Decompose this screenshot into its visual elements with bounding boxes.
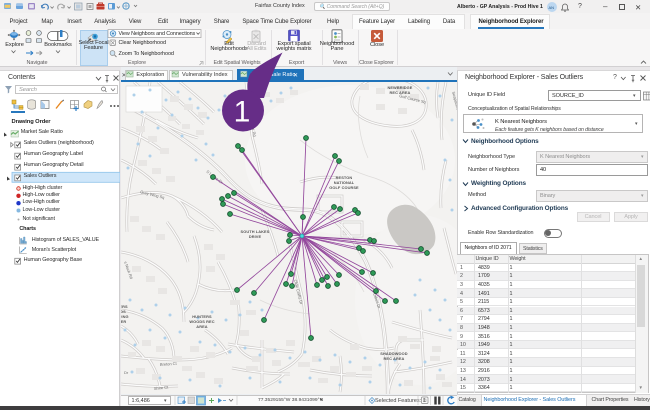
svg-text:AREA: AREA [196, 324, 207, 329]
svg-text:Dr: Dr [124, 370, 129, 375]
svg-text:REC AREA: REC AREA [384, 356, 405, 361]
svg-text:DRIVE: DRIVE [249, 234, 262, 239]
svg-text:GOLF COURSE: GOLF COURSE [329, 185, 359, 190]
svg-text:CENTER: CENTER [121, 319, 126, 324]
